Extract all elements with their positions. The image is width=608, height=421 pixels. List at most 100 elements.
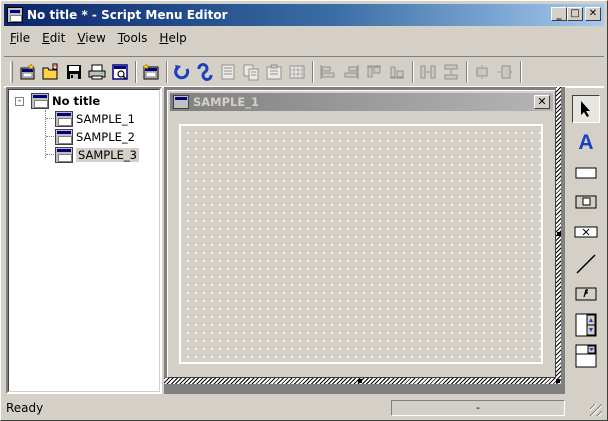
menu-view-label: iew bbox=[85, 31, 106, 45]
tree-item-sample-3[interactable]: SAMPLE_3 bbox=[55, 146, 139, 163]
new-item-icon[interactable] bbox=[140, 61, 162, 83]
collapse-glyph: - bbox=[17, 96, 22, 106]
menu-edit[interactable]: Edit bbox=[36, 29, 71, 47]
tree-root-node[interactable]: No title bbox=[31, 92, 100, 109]
close-button[interactable]: ✕ bbox=[585, 7, 601, 21]
picture-tool-icon bbox=[575, 287, 597, 301]
picture-tool[interactable] bbox=[572, 280, 600, 308]
form-close-glyph: ✕ bbox=[537, 95, 547, 108]
redo-icon[interactable] bbox=[194, 61, 216, 83]
tree-item-label: SAMPLE_1 bbox=[76, 111, 135, 126]
close-glyph: ✕ bbox=[588, 8, 598, 19]
align-top-icon[interactable] bbox=[363, 61, 385, 83]
resize-handle-bottom[interactable] bbox=[358, 379, 362, 383]
resize-handle-corner[interactable] bbox=[556, 379, 560, 383]
main-window: No title * - Script Menu Editor _ □ ✕ Fi… bbox=[0, 0, 608, 421]
pointer-icon bbox=[581, 101, 590, 117]
status-bar: Ready - bbox=[4, 398, 604, 418]
pointer-tool[interactable] bbox=[572, 95, 600, 123]
label-tool-icon bbox=[574, 226, 598, 238]
maximize-glyph: □ bbox=[570, 8, 580, 19]
tree-collapse-toggle[interactable]: - bbox=[15, 97, 24, 106]
center-vert-icon[interactable] bbox=[494, 61, 516, 83]
preview-icon[interactable] bbox=[109, 61, 131, 83]
combo-tool-icon bbox=[575, 344, 597, 368]
copy-icon[interactable] bbox=[240, 61, 262, 83]
toolbar-separator bbox=[166, 61, 168, 83]
undo-icon[interactable] bbox=[171, 61, 193, 83]
dialog-icon bbox=[55, 110, 73, 127]
editor-area[interactable]: SAMPLE_1 ✕ bbox=[164, 87, 564, 394]
menu-bar: File Edit View Tools Help bbox=[4, 28, 193, 48]
label-tool[interactable] bbox=[572, 218, 600, 246]
form-window[interactable]: SAMPLE_1 ✕ bbox=[167, 90, 556, 378]
tree-item-label: SAMPLE_3 bbox=[76, 147, 139, 162]
frame-tool-icon bbox=[575, 195, 597, 209]
line-tool-icon bbox=[576, 254, 596, 274]
new-menu-icon[interactable] bbox=[17, 61, 39, 83]
toolbar-separator bbox=[412, 61, 414, 83]
toolbox: A bbox=[564, 87, 605, 394]
tree-panel[interactable]: - No title SAMPLE_1 SAMPLE_2 SAMPLE_3 bbox=[6, 87, 162, 394]
align-left-icon[interactable] bbox=[317, 61, 339, 83]
menu-edit-key: E bbox=[42, 31, 50, 45]
form-icon bbox=[173, 95, 189, 109]
text-tool[interactable]: A bbox=[572, 129, 600, 157]
frame-tool[interactable] bbox=[572, 188, 600, 216]
dialog-edit-icon bbox=[55, 146, 73, 163]
align-bottom-icon[interactable] bbox=[386, 61, 408, 83]
toolbar-separator bbox=[312, 61, 314, 83]
grid-icon[interactable] bbox=[286, 61, 308, 83]
print-icon[interactable] bbox=[86, 61, 108, 83]
caption-buttons: _ □ ✕ bbox=[551, 7, 601, 21]
combo-tool[interactable] bbox=[572, 342, 600, 370]
paste-icon[interactable] bbox=[263, 61, 285, 83]
menu-file[interactable]: File bbox=[4, 29, 36, 47]
menu-tools[interactable]: Tools bbox=[112, 29, 154, 47]
toolbar-grip[interactable] bbox=[10, 61, 13, 83]
tree-item-label: SAMPLE_2 bbox=[76, 129, 135, 144]
design-canvas[interactable] bbox=[179, 124, 543, 364]
toolbar-separator bbox=[135, 61, 137, 83]
align-right-icon[interactable] bbox=[340, 61, 362, 83]
window-title: No title * - Script Menu Editor bbox=[27, 8, 228, 22]
minimize-glyph: _ bbox=[556, 9, 562, 20]
tree-item-sample-1[interactable]: SAMPLE_1 bbox=[55, 110, 135, 127]
tree-item-sample-2[interactable]: SAMPLE_2 bbox=[55, 128, 135, 145]
menu-edit-label: dit bbox=[49, 31, 66, 45]
status-panel-text: - bbox=[476, 401, 480, 414]
app-icon[interactable] bbox=[7, 7, 23, 23]
line-tool[interactable] bbox=[572, 250, 600, 278]
menu-view[interactable]: View bbox=[71, 29, 111, 47]
form-title-bar[interactable]: SAMPLE_1 ✕ bbox=[170, 93, 553, 111]
resize-handle-right[interactable] bbox=[557, 232, 561, 236]
size-grip[interactable] bbox=[590, 404, 602, 416]
minimize-button[interactable]: _ bbox=[551, 7, 567, 21]
title-bar[interactable]: No title * - Script Menu Editor _ □ ✕ bbox=[4, 4, 604, 26]
spin-tool[interactable] bbox=[572, 311, 600, 339]
menu-help[interactable]: Help bbox=[153, 29, 192, 47]
menu-file-label: ile bbox=[16, 31, 31, 45]
spin-tool-icon bbox=[575, 313, 597, 337]
maximize-button[interactable]: □ bbox=[567, 7, 583, 21]
tree-root-label: No title bbox=[52, 93, 101, 108]
form-close-button[interactable]: ✕ bbox=[534, 95, 550, 109]
status-panel: - bbox=[391, 400, 565, 416]
button-tool[interactable] bbox=[572, 159, 600, 187]
save-icon[interactable] bbox=[63, 61, 85, 83]
tree-inner: - No title SAMPLE_1 SAMPLE_2 SAMPLE_3 bbox=[8, 89, 160, 392]
space-horiz-icon[interactable] bbox=[417, 61, 439, 83]
open-icon[interactable] bbox=[40, 61, 62, 83]
status-text: Ready bbox=[6, 401, 44, 415]
toolbar bbox=[4, 56, 604, 88]
space-vert-icon[interactable] bbox=[440, 61, 462, 83]
menu-tools-label: ools bbox=[123, 31, 148, 45]
toolbar-separator bbox=[520, 61, 522, 83]
form-title: SAMPLE_1 bbox=[193, 95, 259, 109]
toolbar-separator bbox=[466, 61, 468, 83]
center-horiz-icon[interactable] bbox=[471, 61, 493, 83]
button-tool-icon bbox=[575, 167, 597, 179]
menu-file-icon bbox=[31, 92, 49, 109]
item-prop-icon[interactable] bbox=[217, 61, 239, 83]
menu-help-label: elp bbox=[168, 31, 187, 45]
